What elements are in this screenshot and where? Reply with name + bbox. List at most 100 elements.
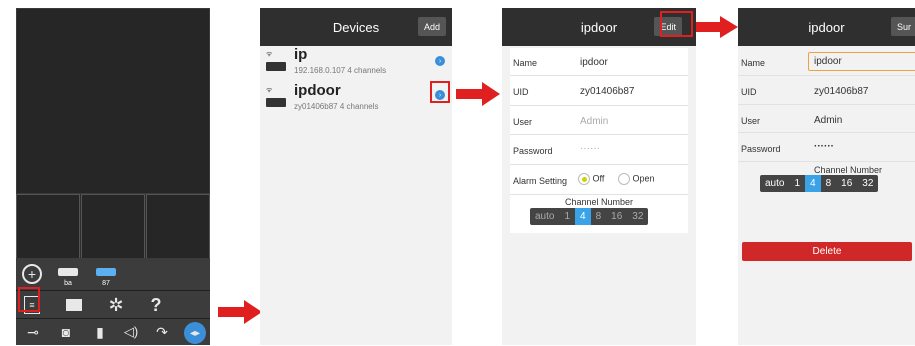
dvr-icon — [266, 62, 286, 71]
channel-auto[interactable]: auto — [530, 208, 559, 225]
dvr-87[interactable]: 87 — [86, 260, 126, 290]
channel-1[interactable]: 1 — [559, 208, 575, 225]
device-info: 192.168.0.107 4 channels — [294, 66, 387, 75]
channel-selector: auto 1 4 8 16 32 — [530, 208, 649, 225]
control-bar: ⊸ ◙ ▮ ◁) ↷ ◂▸ — [16, 318, 210, 345]
password-row: Password ······ — [738, 133, 915, 162]
uid-value: zy01406b87 — [580, 86, 635, 97]
user-row: User Admin — [510, 106, 688, 135]
radio-off-icon — [618, 173, 630, 185]
uid-label: UID — [741, 87, 757, 97]
device-detail-panel: ipdoor Edit Name ipdoor UID zy01406b87 U… — [502, 8, 696, 345]
highlight-edit — [660, 11, 693, 37]
alarm-label: Alarm Setting — [513, 176, 568, 186]
edit-device-panel: ipdoor Sur Name ipdoor UID zy01406b87 Us… — [738, 8, 915, 345]
dvr-ba[interactable]: ba — [48, 260, 88, 290]
channel-16[interactable]: 16 — [606, 208, 627, 225]
dvr-selected-icon — [96, 268, 116, 276]
alarm-row: Alarm Setting Off Open — [510, 165, 688, 195]
channel-32[interactable]: 32 — [857, 175, 878, 192]
alarm-open-label: Open — [632, 173, 655, 184]
uid-label: UID — [513, 87, 529, 97]
name-row: Name ipdoor — [510, 48, 688, 76]
highlight-device-list — [18, 287, 40, 312]
add-button[interactable]: Add — [417, 17, 446, 36]
dvr-icon — [266, 98, 286, 107]
device-row-ip[interactable]: ᯤ ip 192.168.0.107 4 channels › — [260, 44, 452, 84]
uid-row: UID zy01406b87 — [510, 76, 688, 106]
folder-icon[interactable] — [66, 299, 82, 311]
main-video-view[interactable] — [16, 8, 210, 194]
channel-32[interactable]: 32 — [627, 208, 648, 225]
user-label: User — [741, 116, 761, 126]
user-label: User — [513, 117, 533, 127]
device-name: ipdoor — [294, 82, 341, 99]
devices-panel: Devices Add ᯤ ip 192.168.0.107 4 channel… — [260, 8, 452, 345]
dvr-label-ba: ba — [64, 280, 72, 287]
speaker-icon[interactable]: ◁) — [120, 323, 142, 341]
devices-header: Devices Add — [260, 8, 452, 46]
password-label: Password — [513, 146, 553, 156]
key-icon[interactable]: ⊸ — [22, 323, 44, 341]
dvr-label-87: 87 — [102, 280, 110, 287]
video-cell-1[interactable] — [16, 194, 80, 266]
talk-icon[interactable]: ↷ — [152, 323, 172, 341]
page-title: Devices — [332, 19, 380, 35]
alarm-open-option[interactable]: Open — [618, 173, 655, 185]
page-title: ipdoor — [808, 19, 845, 35]
channel-8[interactable]: 8 — [821, 175, 837, 192]
name-input-value: ipdoor — [814, 56, 842, 67]
arrow-2-icon — [456, 82, 500, 106]
edit-header: ipdoor Sur — [738, 8, 915, 46]
device-form: Name ipdoor UID zy01406b87 User Admin Pa… — [510, 48, 688, 233]
camera-icon[interactable]: ◙ — [56, 323, 76, 341]
user-row: User Admin — [738, 105, 915, 133]
help-icon[interactable]: ? — [146, 295, 166, 315]
user-placeholder: Admin — [580, 116, 609, 127]
password-value[interactable]: ······ — [814, 141, 834, 152]
name-label: Name — [741, 58, 766, 68]
device-strip: + ba 87 — [16, 258, 210, 290]
channel-4[interactable]: 4 — [575, 208, 591, 225]
delete-button[interactable]: Delete — [742, 242, 912, 261]
highlight-device-detail — [430, 81, 450, 103]
arrow-3-icon — [696, 16, 738, 38]
name-row: Name ipdoor — [738, 48, 915, 76]
ptz-icon[interactable]: ◂▸ — [184, 322, 206, 344]
name-label: Name — [513, 58, 538, 68]
user-value[interactable]: Admin — [814, 115, 842, 126]
channel-auto[interactable]: auto — [760, 175, 789, 192]
video-cell-2[interactable] — [81, 194, 145, 266]
page-title: ipdoor — [580, 19, 618, 35]
password-value: ······ — [580, 143, 600, 154]
device-row-ipdoor[interactable]: ᯤ ipdoor zy01406b87 4 channels › — [260, 80, 452, 120]
channel-selector: auto 1 4 8 16 32 — [760, 175, 879, 192]
dvr-icon — [58, 268, 78, 276]
wifi-icon: ᯤ — [266, 87, 273, 94]
device-info: zy01406b87 4 channels — [294, 102, 379, 111]
edit-form: Name ipdoor UID zy01406b87 User Admin Pa… — [738, 48, 915, 168]
add-icon[interactable]: + — [22, 264, 42, 284]
record-icon[interactable]: ▮ — [90, 323, 110, 341]
channel-title: Channel Number — [564, 197, 634, 207]
channel-8[interactable]: 8 — [591, 208, 607, 225]
chevron-right-icon[interactable]: › — [435, 56, 445, 66]
settings-icon[interactable]: ✲ — [106, 295, 126, 315]
menu-bar: ≡ ✲ ? — [16, 290, 210, 318]
video-cell-3[interactable] — [146, 194, 210, 266]
live-view-panel: + ba 87 ≡ ✲ ? ⊸ ◙ ▮ ◁) ↷ ◂▸ — [16, 8, 210, 345]
alarm-off-option[interactable]: Off — [578, 173, 604, 185]
name-value: ipdoor — [580, 57, 608, 68]
uid-value[interactable]: zy01406b87 — [814, 86, 869, 97]
channel-16[interactable]: 16 — [836, 175, 857, 192]
channel-1[interactable]: 1 — [789, 175, 805, 192]
password-label: Password — [741, 144, 781, 154]
wifi-icon: ᯤ — [266, 51, 273, 58]
channel-4[interactable]: 4 — [805, 175, 821, 192]
radio-on-icon — [578, 173, 590, 185]
channel-title: Channel Number — [813, 165, 883, 175]
device-name: ip — [294, 46, 308, 63]
sure-button[interactable]: Sur — [890, 17, 915, 36]
arrow-1-icon — [218, 300, 262, 324]
uid-row: UID zy01406b87 — [738, 76, 915, 105]
